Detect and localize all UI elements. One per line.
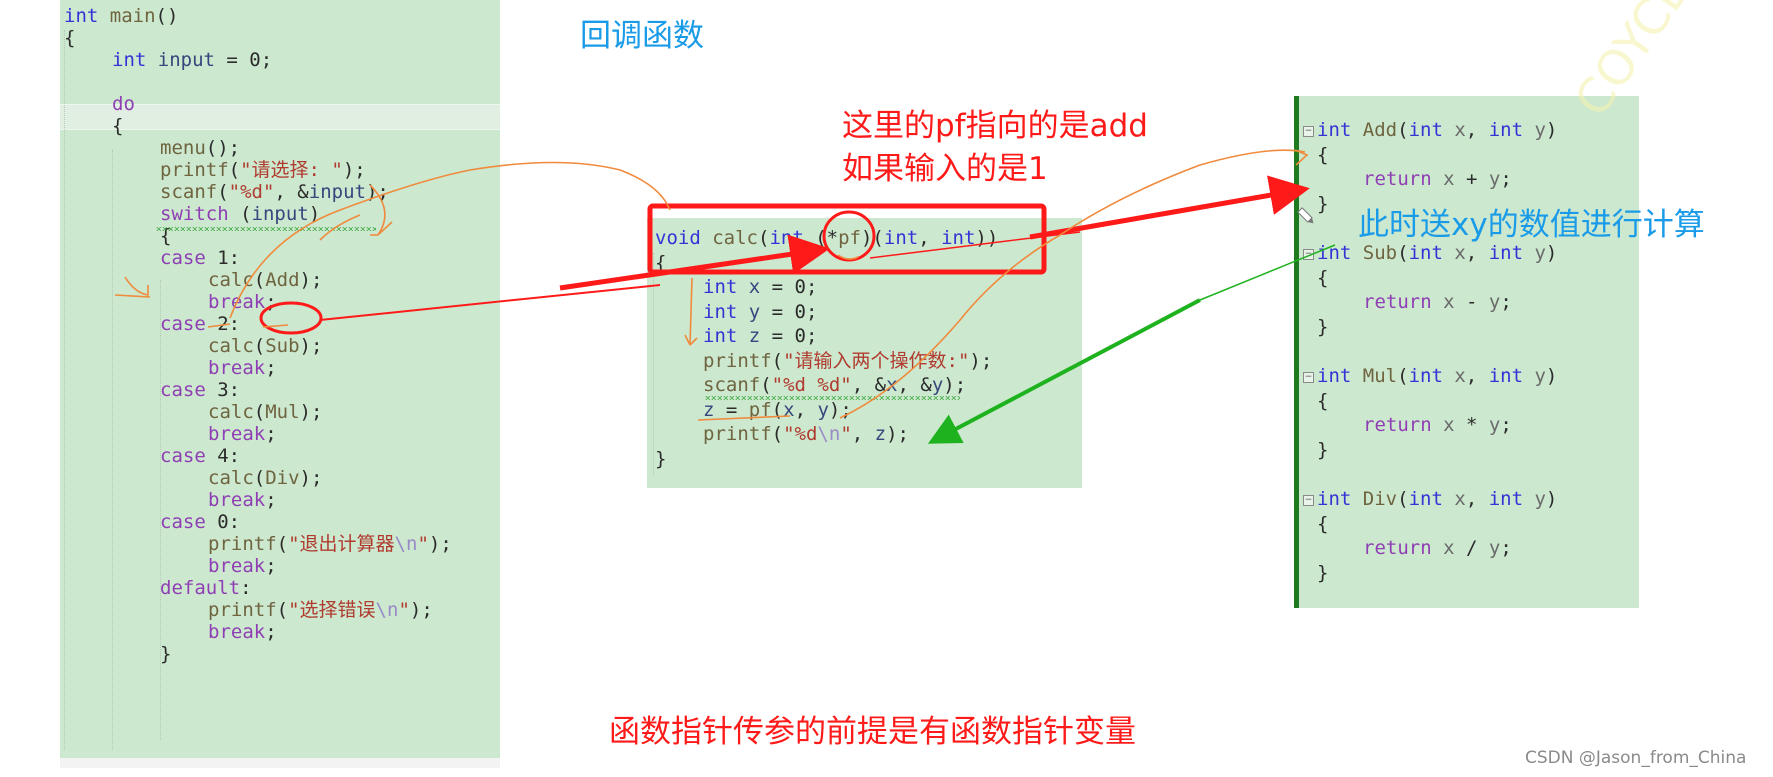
fold-toggle-icon[interactable]: − (1303, 249, 1314, 260)
func-signature: int Sub(int x, int y) (1317, 242, 1558, 264)
func-body: return x + y; (1363, 168, 1512, 190)
func-body: return x - y; (1363, 291, 1512, 313)
func-open: { (1317, 143, 1329, 166)
code-line: { (655, 251, 667, 274)
ops-code-panel: − int Add(int x, int y){return x + y;} − in… (1294, 96, 1639, 608)
pf-note-line1: 这里的pf指向的是add (842, 108, 1148, 144)
fold-toggle-icon[interactable]: − (1303, 372, 1314, 383)
pf-note-line2: 如果输入的是1 (842, 151, 1048, 187)
calc-code-panel: void calc(int (*pf)(int, int)){ int x = 0… (647, 218, 1082, 488)
func-body: return x * y; (1363, 414, 1512, 436)
func-open: { (1317, 389, 1329, 412)
code-line: int input = 0; (112, 49, 273, 71)
code-line: } (655, 447, 667, 470)
func-close: } (1317, 192, 1329, 215)
func-close: } (1317, 438, 1329, 461)
fold-toggle-icon[interactable]: − (1303, 126, 1314, 137)
indent-guide (64, 30, 65, 750)
callback-title: 回调函数 (580, 18, 704, 54)
code-line: printf("%d\n", z); (703, 423, 909, 445)
indent-guide (112, 150, 113, 750)
code-line: int x = 0; (703, 276, 818, 298)
editor-status-bar (60, 758, 500, 768)
code-line: int z = 0; (703, 325, 818, 347)
csdn-watermark: CSDN @Jason_from_China (1525, 748, 1747, 768)
code-line: int y = 0; (703, 300, 818, 323)
func-body: return x / y; (1363, 537, 1512, 559)
code-line: z = pf(x, y); (703, 398, 852, 421)
func-signature: int Div(int x, int y) (1317, 488, 1558, 510)
func-open: { (1317, 512, 1329, 535)
code-line: switch (input) (160, 203, 321, 225)
bottom-note: 函数指针传参的前提是有函数指针变量 (609, 714, 1136, 750)
fold-toggle-icon[interactable]: − (1303, 495, 1314, 506)
send-xy-note: 此时送xy的数值进行计算 (1358, 207, 1705, 243)
code-line: { (112, 115, 124, 137)
code-line: break; (208, 621, 277, 643)
func-close: } (1317, 561, 1329, 584)
main-code-panel: int main(){int input = 0; do{menu(); print… (60, 0, 500, 758)
indent-guide (653, 253, 654, 475)
warning-squiggle (156, 227, 376, 231)
func-signature: int Add(int x, int y) (1317, 119, 1558, 141)
func-open: { (1317, 266, 1329, 289)
code-line: void calc(int (*pf)(int, int)) (655, 227, 999, 249)
warning-squiggle (705, 396, 960, 400)
func-signature: int Mul(int x, int y) (1317, 365, 1558, 387)
code-line: scanf("%d %d", &x, &y); (703, 374, 967, 396)
code-line: int main() (64, 5, 179, 27)
code-line: } (160, 643, 172, 665)
code-line: { (64, 27, 76, 49)
code-line: printf("请输入两个操作数:"); (703, 349, 993, 372)
func-close: } (1317, 315, 1329, 338)
